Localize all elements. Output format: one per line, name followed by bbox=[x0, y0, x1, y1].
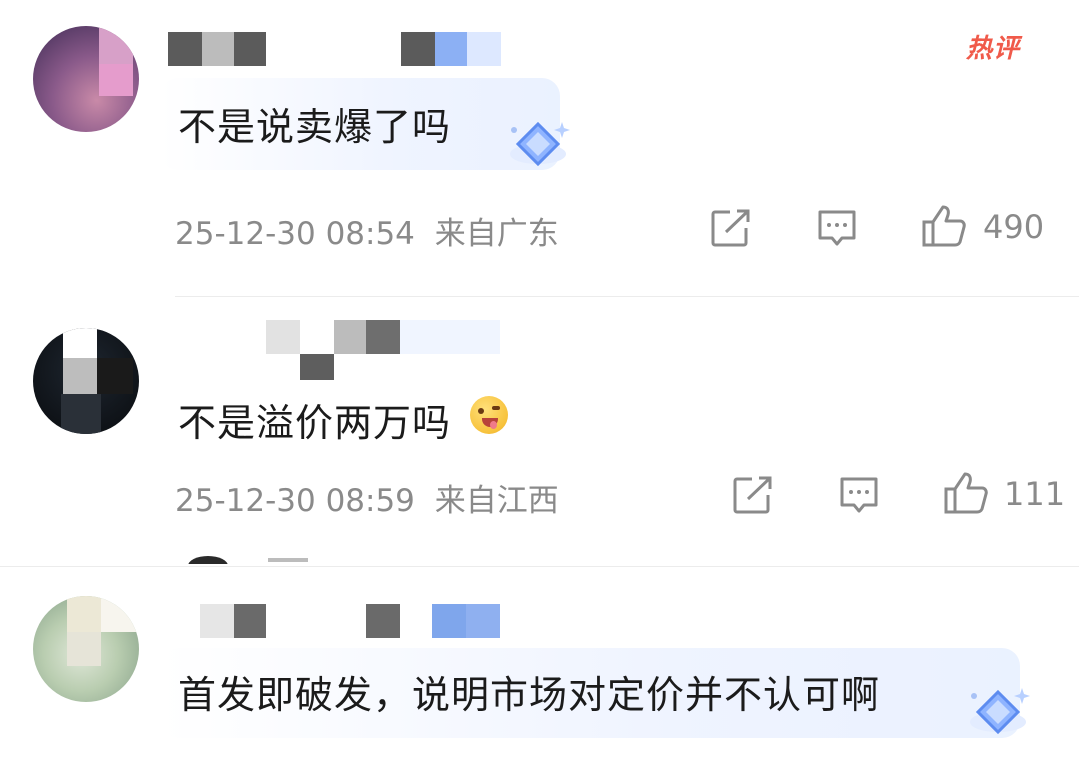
collapsed-reply-preview bbox=[188, 556, 328, 564]
like-icon[interactable] bbox=[921, 204, 967, 248]
like-icon[interactable] bbox=[943, 471, 989, 515]
drooling-face-emoji bbox=[470, 396, 508, 434]
diamond-badge-icon bbox=[510, 121, 570, 167]
username-mosaic[interactable] bbox=[168, 32, 518, 66]
hot-comment-badge: 热评 bbox=[966, 34, 1021, 64]
comment-text: 不是溢价两万吗 bbox=[178, 401, 452, 445]
comment-meta: 25-12-30 08:59 来自江西 bbox=[175, 475, 559, 520]
comment-meta: 25-12-30 08:54 来自广东 bbox=[175, 208, 559, 253]
comment-text: 不是说卖爆了吗 bbox=[178, 105, 452, 149]
avatar[interactable] bbox=[33, 328, 139, 434]
location: 来自广东 bbox=[434, 216, 559, 252]
comment-icon[interactable] bbox=[816, 208, 858, 250]
diamond-badge-icon bbox=[970, 688, 1030, 735]
divider bbox=[175, 296, 1079, 297]
divider bbox=[0, 566, 1079, 567]
location: 来自江西 bbox=[434, 483, 559, 519]
timestamp: 25-12-30 08:59 bbox=[175, 483, 415, 519]
share-icon[interactable] bbox=[732, 475, 774, 515]
avatar[interactable] bbox=[33, 26, 139, 132]
username-mosaic[interactable] bbox=[200, 604, 500, 638]
avatar[interactable] bbox=[33, 596, 139, 702]
timestamp: 25-12-30 08:54 bbox=[175, 216, 415, 252]
username-mosaic[interactable] bbox=[266, 320, 506, 382]
comment-icon[interactable] bbox=[838, 475, 880, 517]
share-icon[interactable] bbox=[710, 208, 752, 248]
comment-text: 首发即破发，说明市场对定价并不认可啊 bbox=[178, 673, 881, 717]
like-count: 490 bbox=[983, 208, 1045, 246]
like-count: 111 bbox=[1004, 475, 1066, 513]
